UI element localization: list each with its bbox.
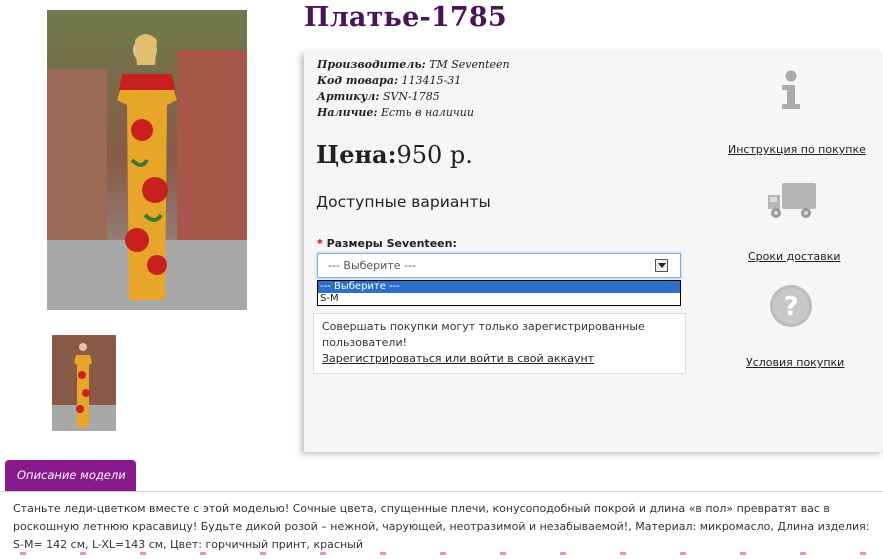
notice-text: Совершать покупки могут только зарегистр… [322,320,645,349]
stock-value: Есть в наличии [381,106,474,119]
chevron-down-icon[interactable] [655,259,668,272]
product-thumbnail[interactable] [52,335,116,431]
register-login-link[interactable]: Зарегистрироваться или войти в свой акка… [322,351,677,367]
delivery-link[interactable]: Сроки доставки [748,250,841,263]
variants-heading: Доступные варианты [316,193,491,211]
svg-text:?: ? [783,292,798,322]
truck-icon[interactable] [766,181,818,221]
price-label: Цена: [316,140,397,169]
thumbnail-photo [52,335,116,431]
size-select-value: --- Выберите --- [328,259,416,272]
description-text: Станьте леди-цветком вместе с этой модел… [13,502,870,551]
product-image[interactable] [47,10,247,310]
size-dropdown-list[interactable]: --- Выберите --- S-M [317,280,681,306]
size-option-label: * Размеры Seventeen: [317,237,457,250]
manufacturer-label: Производитель: [317,58,426,71]
sku-value: SVN-1785 [382,90,440,103]
product-photo [47,10,247,310]
tab-description[interactable]: Описание модели [5,460,136,491]
price: Цена:950 р. [316,140,473,169]
description-panel: Станьте леди-цветком вместе с этой модел… [0,491,883,559]
stock-label: Наличие: [317,106,378,119]
decorative-border [20,552,870,555]
tab-description-label: Описание модели [17,468,126,482]
size-option[interactable]: S-M [318,293,680,305]
sku-label: Артикул: [317,90,380,103]
manufacturer-value[interactable]: TM Seventeen [429,58,509,71]
size-option[interactable]: --- Выберите --- [318,281,680,293]
stock-row: Наличие: Есть в наличии [317,105,510,121]
product-title: Платье-1785 [304,2,507,33]
info-icon[interactable] [778,70,804,110]
size-label-text: Размеры Seventeen: [326,237,457,250]
instruction-link[interactable]: Инструкция по покупке [728,143,866,156]
code-row: Код товара: 113415-31 [317,73,510,89]
code-label: Код товара: [317,74,399,87]
code-value: 113415-31 [401,74,462,87]
manufacturer-row: Производитель: TM Seventeen [317,57,510,73]
product-meta: Производитель: TM Seventeen Код товара: … [317,57,510,121]
terms-link[interactable]: Условия покупки [746,356,844,369]
login-notice: Совершать покупки могут только зарегистр… [313,313,686,374]
price-value: 950 р. [396,141,473,169]
sku-row: Артикул: SVN-1785 [317,89,510,105]
required-mark: * [317,237,323,250]
question-icon[interactable]: ? [769,284,813,328]
size-select[interactable]: --- Выберите --- [317,253,681,278]
